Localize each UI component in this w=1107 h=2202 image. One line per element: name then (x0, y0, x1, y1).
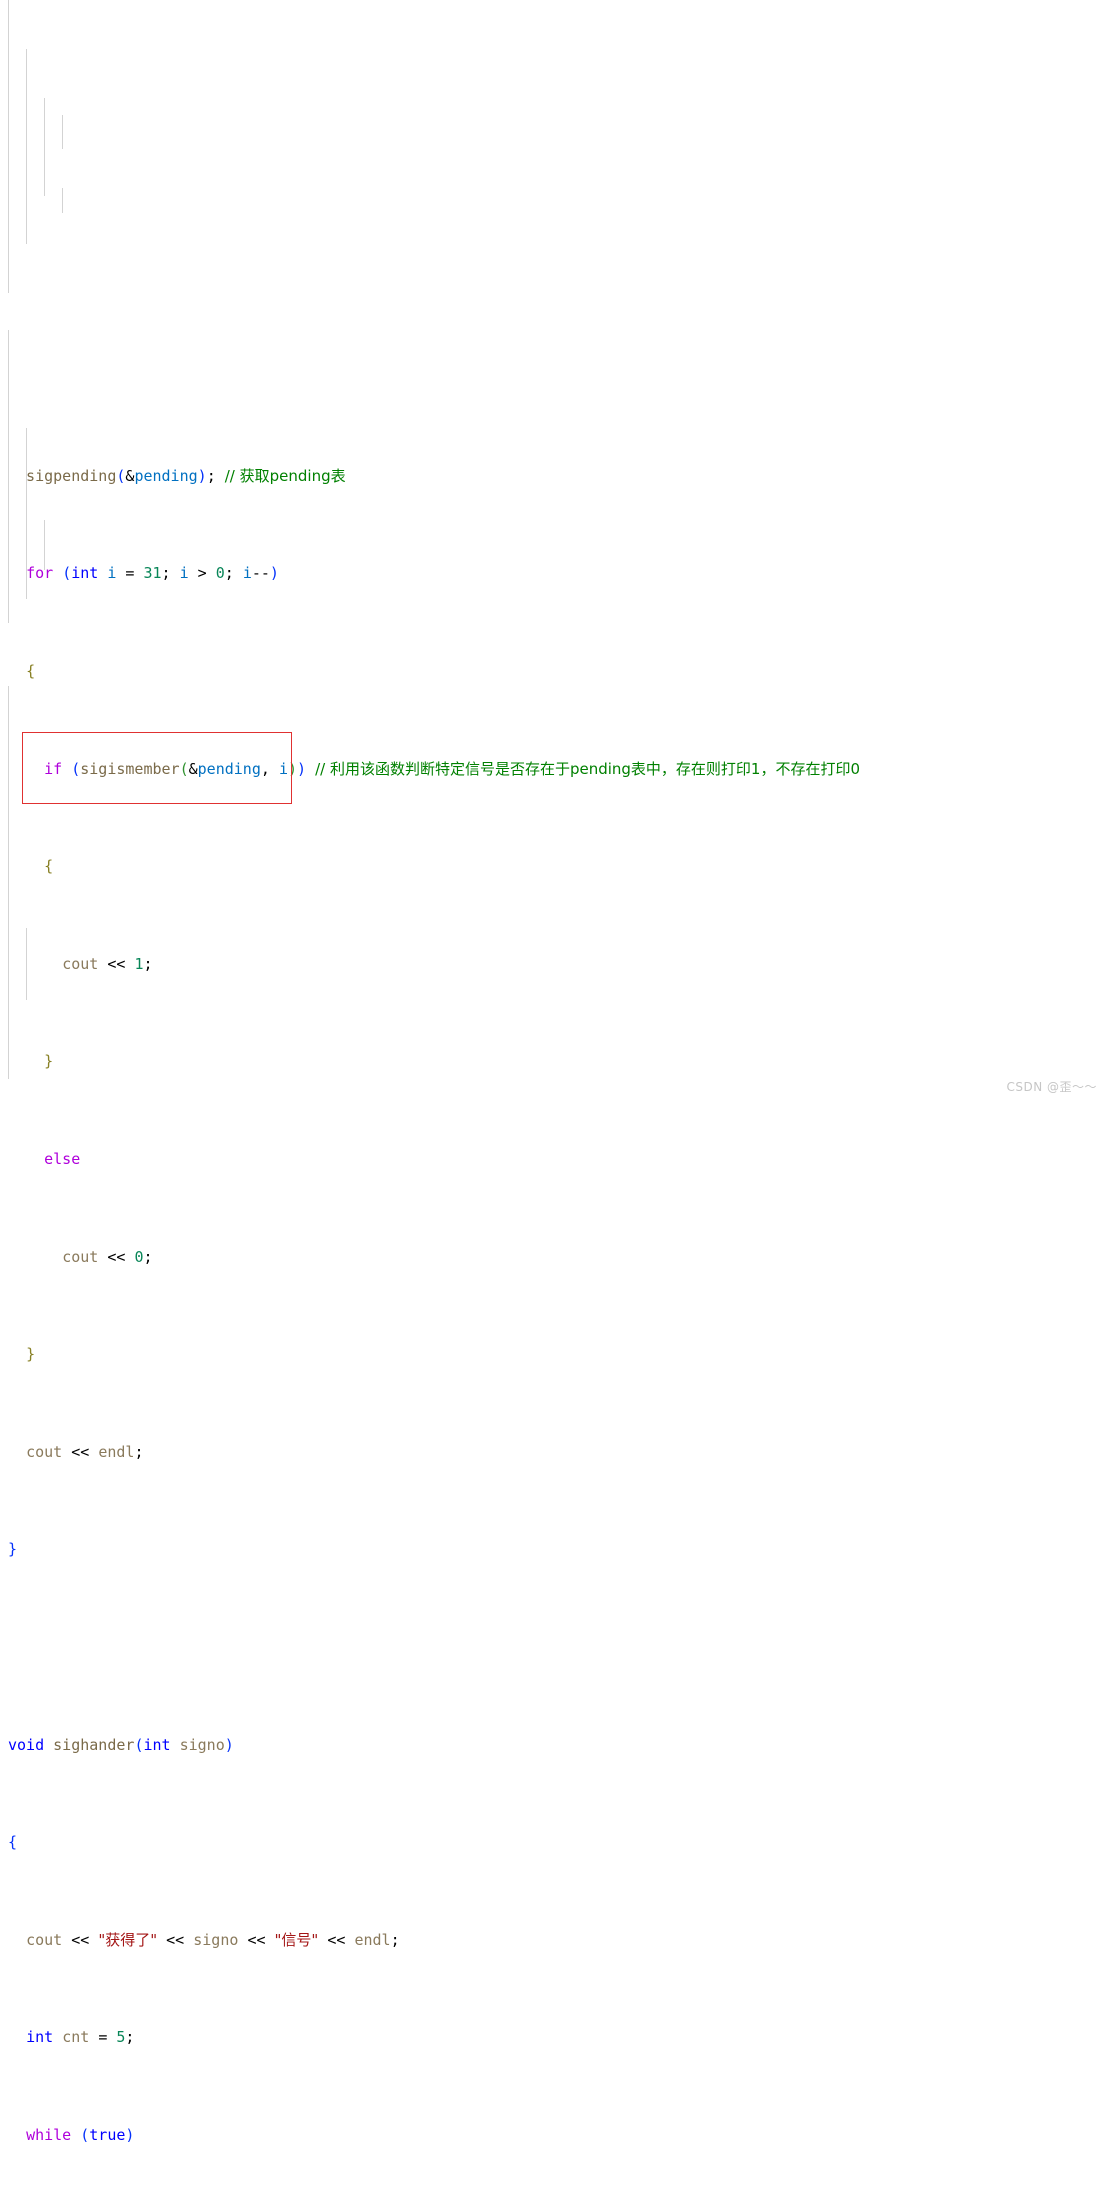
code-line[interactable]: sigpending(&pending); // 获取pending表 (0, 464, 1107, 488)
code-line[interactable]: for (int i = 31; i > 0; i--) (0, 561, 1107, 585)
indent-guide-l2 (44, 98, 45, 196)
code-line[interactable]: else (0, 1147, 1107, 1171)
code-line[interactable]: } (0, 1342, 1107, 1366)
token-comment: // 利用该函数判断特定信号是否存在于pending表中，存在则打印1，不存在打… (315, 759, 861, 778)
code-line[interactable]: cout << endl; (0, 1440, 1107, 1464)
token-string: "信号" (274, 1930, 319, 1949)
code-line[interactable]: while (true) (0, 2123, 1107, 2147)
code-line[interactable]: { (0, 659, 1107, 683)
indent-guide-l3b (62, 188, 63, 213)
token-string: "获得了" (98, 1930, 158, 1949)
token-comment: // 获取pending表 (224, 466, 346, 485)
code-line-blank[interactable] (0, 1635, 1107, 1659)
code-line[interactable]: } (0, 1049, 1107, 1073)
code-line[interactable]: } (0, 1537, 1107, 1561)
code-editor-surface[interactable]: sigpending(&pending); // 获取pending表 for … (0, 0, 1107, 2144)
csdn-watermark: CSDN @歪～～ (1006, 1080, 1097, 1094)
code-line[interactable]: if (sigismember(&pending, i)) // 利用该函数判断… (0, 757, 1107, 781)
code-line[interactable]: cout << "获得了" << signo << "信号" << endl; (0, 1928, 1107, 1952)
indent-guide-main-l0 (8, 686, 9, 1079)
indent-guide-l1 (26, 49, 27, 244)
code-line[interactable]: { (0, 1830, 1107, 1854)
code-line[interactable]: cout << 0; (0, 1245, 1107, 1269)
token-function: sigpending (8, 466, 117, 485)
code-line[interactable]: int cnt = 5; (0, 2025, 1107, 2049)
code-line[interactable]: void sighander(int signo) (0, 1733, 1107, 1757)
indent-guide-l3 (62, 115, 63, 149)
indent-guide-l0 (8, 0, 9, 293)
code-line[interactable]: { (0, 854, 1107, 878)
code-line[interactable]: cout << 1; (0, 952, 1107, 976)
